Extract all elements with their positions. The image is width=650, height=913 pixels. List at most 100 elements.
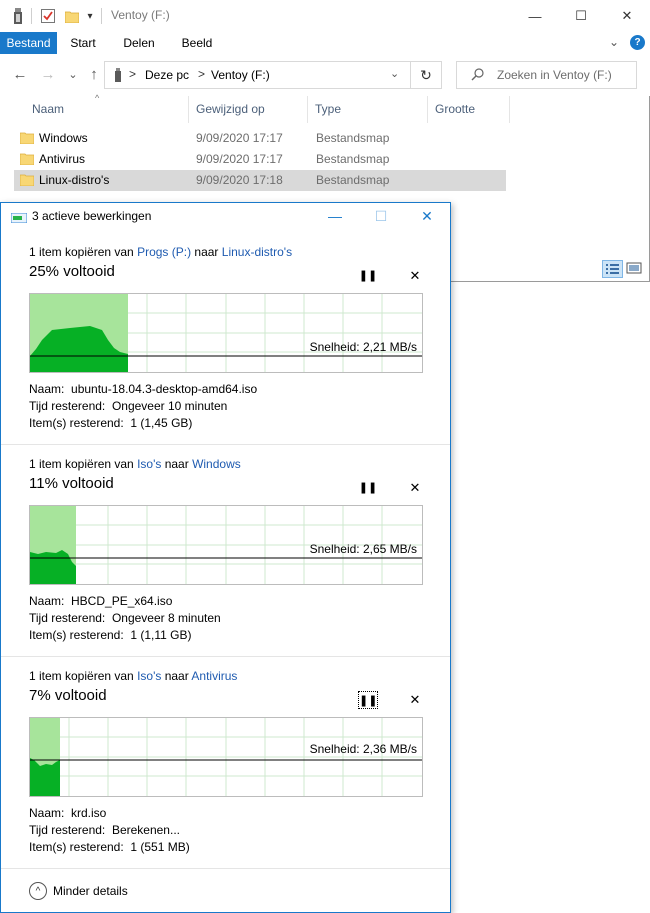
speed-label: Snelheid: 2,21 MB/s: [309, 340, 417, 354]
recent-locations-button[interactable]: ⌄: [63, 66, 83, 84]
dialog-titlebar: 3 actieve bewerkingen — ☐ ✕: [1, 203, 450, 230]
usb-drive-icon: [114, 68, 122, 85]
title-divider: [101, 8, 102, 24]
large-icons-view-icon[interactable]: [625, 260, 645, 278]
name-value: ubuntu-18.04.3-desktop-amd64.iso: [71, 382, 258, 396]
folder-icon: [20, 174, 34, 186]
less-details-label: Minder details: [53, 884, 128, 898]
detail-name: Naam: ubuntu-18.04.3-desktop-amd64.iso: [29, 382, 257, 396]
up-button[interactable]: ↑: [84, 66, 104, 84]
ribbon-tabs: Bestand Start Delen Beeld ⌄ ?: [0, 32, 650, 54]
address-dropdown-icon[interactable]: ⌄: [390, 67, 399, 80]
forward-button[interactable]: →: [38, 66, 58, 84]
file-type: Bestandsmap: [316, 152, 390, 166]
items-value: 1 (1,11 GB): [130, 628, 192, 642]
chevron-down-icon[interactable]: ⌄: [606, 35, 622, 51]
operation-description: 1 item kopiëren van Progs (P:) naar Linu…: [29, 245, 292, 259]
operation-middle: naar: [161, 457, 193, 471]
operation-divider: [1, 868, 450, 869]
maximize-button[interactable]: ☐: [558, 0, 604, 32]
detail-items: Item(s) resterend: 1 (1,45 GB): [29, 416, 192, 430]
dialog-maximize-button[interactable]: ☐: [358, 203, 404, 230]
name-label: Naam:: [29, 806, 65, 820]
column-header-name[interactable]: Naam: [24, 96, 188, 123]
cancel-button[interactable]: ✕: [405, 691, 425, 709]
address-bar[interactable]: > Deze pc > Ventoy (F:) ⌄: [104, 61, 411, 89]
dialog-close-button[interactable]: ✕: [404, 203, 450, 230]
time-label: Tijd resterend:: [29, 399, 106, 413]
detail-time: Tijd resterend: Ongeveer 8 minuten: [29, 611, 221, 625]
column-divider[interactable]: [509, 96, 510, 123]
pause-button[interactable]: ❚❚: [358, 691, 378, 709]
column-header-modified[interactable]: Gewijzigd op: [188, 96, 307, 123]
file-row[interactable]: Windows 9/09/2020 17:17 Bestandsmap: [14, 128, 506, 149]
speed-label: Snelheid: 2,65 MB/s: [309, 542, 417, 556]
column-header-type[interactable]: Type: [307, 96, 427, 123]
time-value: Ongeveer 8 minuten: [111, 611, 221, 625]
breadcrumb-separator: >: [198, 67, 206, 81]
time-value: Ongeveer 10 minuten: [111, 399, 228, 413]
tab-start[interactable]: Start: [63, 32, 103, 54]
file-modified: 9/09/2020 17:17: [196, 131, 283, 145]
percent-complete: 7% voltooid: [29, 687, 107, 704]
transfer-speed-graph: Snelheid: 2,36 MB/s: [29, 717, 423, 797]
navigation-bar: ← → ⌄ ↑ > Deze pc > Ventoy (F:) ⌄ ↻ Zoek…: [0, 54, 650, 96]
destination-link[interactable]: Windows: [192, 457, 241, 471]
tab-delen[interactable]: Delen: [115, 32, 163, 54]
operation-divider: [1, 444, 450, 445]
dialog-minimize-button[interactable]: —: [312, 203, 358, 230]
column-header-size[interactable]: Grootte: [427, 96, 509, 123]
items-value: 1 (1,45 GB): [130, 416, 193, 430]
detail-time: Tijd resterend: Berekenen...: [29, 823, 180, 837]
items-label: Item(s) resterend:: [29, 628, 124, 642]
search-input[interactable]: Zoeken in Ventoy (F:): [456, 61, 637, 89]
search-icon: [471, 68, 484, 84]
properties-check-icon[interactable]: [40, 8, 56, 24]
copy-progress-icon: [10, 212, 28, 226]
operation-prefix: 1 item kopiëren van: [29, 245, 138, 259]
breadcrumb-deze-pc[interactable]: Deze pc: [145, 68, 189, 82]
percent-complete: 25% voltooid: [29, 263, 115, 280]
copy-operation: 1 item kopiëren van Progs (P:) naar Linu…: [1, 245, 450, 457]
destination-link[interactable]: Antivirus: [191, 669, 237, 683]
breadcrumb-ventoy[interactable]: Ventoy (F:): [211, 68, 270, 82]
file-row[interactable]: Antivirus 9/09/2020 17:17 Bestandsmap: [14, 149, 506, 170]
operation-middle: naar: [191, 245, 222, 259]
minimize-button[interactable]: —: [512, 0, 558, 32]
quick-access-divider: [31, 8, 32, 24]
sort-ascending-icon: ^: [95, 93, 100, 103]
cancel-button[interactable]: ✕: [405, 267, 425, 285]
destination-link[interactable]: Linux-distro's: [222, 245, 292, 259]
refresh-button[interactable]: ↻: [411, 61, 442, 89]
name-label: Naam:: [29, 594, 65, 608]
close-button[interactable]: ✕: [604, 0, 650, 32]
source-link[interactable]: Iso's: [137, 669, 161, 683]
folder-icon: [20, 153, 34, 165]
tab-beeld[interactable]: Beeld: [175, 32, 219, 54]
speed-graph-svg: [30, 294, 422, 372]
new-folder-icon[interactable]: [64, 8, 80, 24]
details-view-icon[interactable]: [602, 260, 623, 278]
help-icon[interactable]: ?: [630, 35, 645, 50]
operation-description: 1 item kopiëren van Iso's naar Windows: [29, 457, 241, 471]
source-link[interactable]: Iso's: [137, 457, 161, 471]
operation-prefix: 1 item kopiëren van: [29, 669, 138, 683]
tab-bestand[interactable]: Bestand: [0, 32, 57, 54]
pause-button[interactable]: ❚❚: [358, 479, 378, 497]
operation-prefix: 1 item kopiëren van: [29, 457, 138, 471]
percent-complete: 11% voltooid: [29, 475, 114, 492]
file-row-selected[interactable]: Linux-distro's 9/09/2020 17:18 Bestandsm…: [14, 170, 506, 191]
back-button[interactable]: ←: [10, 66, 30, 84]
operation-middle: naar: [161, 669, 192, 683]
breadcrumb-separator: >: [129, 67, 137, 81]
less-details-toggle[interactable]: ^ Minder details: [29, 881, 128, 901]
transfer-speed-graph: Snelheid: 2,21 MB/s: [29, 293, 423, 373]
cancel-button[interactable]: ✕: [405, 479, 425, 497]
source-link[interactable]: Progs (P:): [137, 245, 191, 259]
time-value: Berekenen...: [111, 823, 180, 837]
detail-items: Item(s) resterend: 1 (551 MB): [29, 840, 190, 854]
pause-button[interactable]: ❚❚: [358, 267, 378, 285]
speed-graph-svg: [30, 718, 422, 796]
customize-dropdown-icon[interactable]: ▾: [84, 8, 96, 24]
name-value: krd.iso: [71, 806, 107, 820]
